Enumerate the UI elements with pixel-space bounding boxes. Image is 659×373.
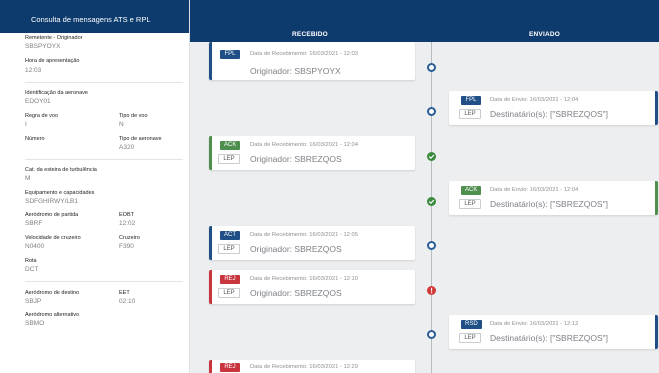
top-bar xyxy=(190,0,659,33)
originator: Originador: SBSPYOYX xyxy=(250,66,341,76)
equip-label: Equipamento e capacidades xyxy=(25,190,95,196)
receive-date: Data de Recebimento: 16/03/2021 - 12:05 xyxy=(250,232,358,238)
timeline-node-pending xyxy=(427,107,436,116)
message-type-badge: REJ xyxy=(220,363,240,372)
send-date: Data de Envio: 16/03/2021 - 12:04 xyxy=(490,97,579,103)
ident-value: EDOY01 xyxy=(25,98,51,105)
divider xyxy=(25,281,183,282)
app-root: Consulta de mensagens ATS e RPL Remetent… xyxy=(0,0,659,373)
check-icon xyxy=(427,197,436,206)
ident-label: Identificação da aeronave xyxy=(25,90,88,96)
eet-label: EET xyxy=(119,290,130,296)
hora-value: 12:03 xyxy=(25,67,42,74)
received-message-card[interactable]: FPL Data de Recebimento: 16/03/2021 - 12… xyxy=(209,42,415,80)
eobt-value: 12:02 xyxy=(119,220,136,227)
received-message-card[interactable]: ACK Data de Recebimento: 16/03/2021 - 12… xyxy=(209,136,415,170)
originator: Originador: SBREZQOS xyxy=(250,154,342,164)
eobt-label: EOBT xyxy=(119,212,134,218)
app-title: Consulta de mensagens ATS e RPL xyxy=(0,0,189,33)
message-type-badge: RSD xyxy=(461,320,482,329)
remetente-value: SBSPYOYX xyxy=(25,43,61,50)
error-icon xyxy=(427,286,436,295)
timeline-node-pending xyxy=(427,241,436,250)
equip-value: SDFGHIRWY/LB1 xyxy=(25,198,78,205)
received-message-card[interactable]: ACT Data de Recebimento: 16/03/2021 - 12… xyxy=(209,226,415,260)
send-date: Data de Envio: 16/03/2021 - 12:12 xyxy=(490,321,579,327)
received-message-card[interactable]: REJ Data de Recebimento: 16/03/2021 - 12… xyxy=(209,360,415,373)
velocidade-label: Velocidade de cruzeiro xyxy=(25,235,81,241)
divider xyxy=(25,159,183,160)
column-header-enviado: ENVIADO xyxy=(528,31,560,38)
numero-label: Número xyxy=(25,136,45,142)
eet-value: 02:10 xyxy=(119,298,136,305)
received-message-card[interactable]: REJ Data de Recebimento: 16/03/2021 - 12… xyxy=(209,270,415,304)
lep-button[interactable]: LEP xyxy=(218,154,240,164)
lep-button[interactable]: LEP xyxy=(459,109,481,119)
lep-button[interactable]: LEP xyxy=(459,199,481,209)
message-type-badge: FPL xyxy=(461,96,481,105)
timeline-node-pending xyxy=(427,63,436,72)
lep-button[interactable]: LEP xyxy=(218,288,240,298)
timeline-axis xyxy=(431,42,432,373)
destino-value: SBJP xyxy=(25,298,42,305)
receive-date: Data de Recebimento: 16/03/2021 - 12:04 xyxy=(250,142,358,148)
message-type-badge: ACT xyxy=(220,231,240,240)
recipients: Destinatário(s): ["SBREZQOS"] xyxy=(490,109,608,119)
tipo-aero-value: A320 xyxy=(119,144,135,151)
recipients: Destinatário(s): ["SBREZQOS"] xyxy=(490,333,608,343)
velocidade-value: N0400 xyxy=(25,243,45,250)
cruzeiro-label: Cruzeiro xyxy=(119,235,140,241)
lep-button[interactable]: LEP xyxy=(218,244,240,254)
partida-label: Aeródromo de partida xyxy=(25,212,79,218)
rota-label: Rota xyxy=(25,258,37,264)
esteira-value: M xyxy=(25,175,31,182)
tipo-aero-label: Tipo de aeronave xyxy=(119,136,162,142)
send-date: Data de Envio: 16/03/2021 - 12:04 xyxy=(490,187,579,193)
sent-message-card[interactable]: FPL Data de Envio: 16/03/2021 - 12:04 LE… xyxy=(449,91,658,125)
message-type-badge: FPL xyxy=(220,50,240,59)
cruzeiro-value: F390 xyxy=(119,243,134,250)
lep-button[interactable]: LEP xyxy=(459,333,481,343)
destino-label: Aeródromo de destino xyxy=(25,290,80,296)
regra-value: I xyxy=(25,121,27,128)
alternativo-value: SBMO xyxy=(25,320,45,327)
hora-label: Hora de apresentação xyxy=(25,58,80,64)
flight-plan-details-panel: Consulta de mensagens ATS e RPL Remetent… xyxy=(0,0,190,373)
tipo-voo-value: N xyxy=(119,121,124,128)
alternativo-label: Aeródromo alternativo xyxy=(25,312,80,318)
originator: Originador: SBREZQOS xyxy=(250,244,342,254)
partida-value: SBRF xyxy=(25,220,43,227)
recipients: Destinatário(s): ["SBREZQOS"] xyxy=(490,199,608,209)
message-type-badge: ACK xyxy=(461,186,482,195)
regra-label: Regra de voo xyxy=(25,113,59,119)
sent-message-card[interactable]: RSD Data de Envio: 16/03/2021 - 12:12 LE… xyxy=(449,315,658,349)
message-type-badge: REJ xyxy=(220,275,240,284)
message-timeline: RECEBIDO ENVIADO FPL Data de Recebimento… xyxy=(190,0,659,373)
esteira-label: Cat. da esteira de turbulência xyxy=(25,167,97,173)
column-header-recebido: RECEBIDO xyxy=(292,31,328,38)
tipo-voo-label: Tipo de voo xyxy=(119,113,148,119)
receive-date: Data de Recebimento: 16/03/2021 - 12:10 xyxy=(250,276,358,282)
check-icon xyxy=(427,152,436,161)
receive-date: Data de Recebimento: 16/03/2021 - 12:29 xyxy=(250,364,358,370)
originator: Originador: SBREZQOS xyxy=(250,288,342,298)
receive-date: Data de Recebimento: 16/03/2021 - 12:03 xyxy=(250,51,358,57)
rota-value: DCT xyxy=(25,266,39,273)
remetente-label: Remetente - Originador xyxy=(25,35,83,41)
message-type-badge: ACK xyxy=(220,141,241,150)
divider xyxy=(25,82,183,83)
sent-message-card[interactable]: ACK Data de Envio: 16/03/2021 - 12:04 LE… xyxy=(449,181,658,215)
timeline-node-pending xyxy=(427,330,436,339)
